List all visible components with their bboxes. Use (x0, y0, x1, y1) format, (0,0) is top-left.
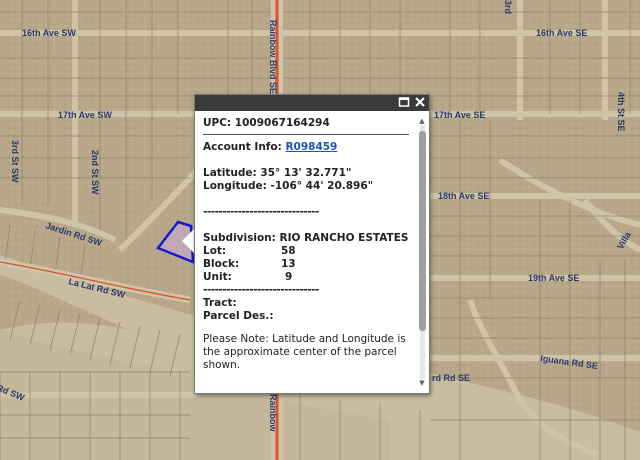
close-icon[interactable] (413, 96, 427, 110)
divider-line (203, 134, 409, 135)
parcel-des-label: Parcel Des.: (203, 310, 274, 322)
block-row: Block: 13 (203, 258, 411, 271)
unit-label: Unit: (203, 271, 232, 283)
tract-label: Tract: (203, 297, 237, 309)
block-value: 13 (281, 258, 296, 270)
longitude-row: Longitude: -106° 44' 20.896" (203, 180, 411, 193)
upc-label: UPC: (203, 117, 232, 129)
upc-row: UPC: 1009067164294 (203, 117, 411, 130)
scroll-up-icon[interactable]: ▲ (417, 117, 427, 125)
account-link[interactable]: R098459 (285, 141, 337, 153)
subdivision-label: Subdivision: (203, 232, 276, 244)
unit-value: 9 (285, 271, 293, 283)
label-17th-ave-se: 17th Ave SE (434, 110, 485, 120)
label-16th-ave-sw: 16th Ave SW (22, 28, 76, 38)
parcel-info-popup: UPC: 1009067164294 Account Info: R098459… (194, 94, 430, 394)
longitude-value: -106° 44' 20.896" (270, 180, 374, 192)
scroll-down-icon[interactable]: ▼ (417, 379, 427, 387)
latitude-label: Latitude: (203, 167, 257, 179)
upc-value: 1009067164294 (234, 117, 330, 129)
unit-row: Unit: 9 (203, 271, 411, 284)
location-note: Please Note: Latitude and Longitude is t… (203, 333, 406, 371)
account-row: Account Info: R098459 (203, 141, 411, 154)
scroll-thumb[interactable] (419, 131, 426, 331)
dashed-divider-2: ------------------------------ (203, 284, 319, 296)
label-19th-ave-se: 19th Ave SE (528, 273, 579, 283)
latitude-row: Latitude: 35° 13' 32.771" (203, 167, 411, 180)
label-3rd-st-sw: 3rd St SW (10, 140, 20, 183)
dashed-divider-1: ------------------------------ (203, 206, 319, 218)
popup-header (195, 95, 429, 111)
maximize-icon[interactable] (397, 96, 411, 110)
label-4th-st-se: 4th St SE (616, 92, 626, 132)
label-18th-ave-se: 18th Ave SE (438, 191, 489, 201)
popup-body: UPC: 1009067164294 Account Info: R098459… (203, 117, 411, 387)
popup-scrollbar[interactable]: ▲ ▼ (417, 115, 427, 389)
label-rainbow-blvd-top: Rainbow Blvd SE (268, 20, 278, 94)
latitude-value: 35° 13' 32.771" (260, 167, 352, 179)
lot-label: Lot: (203, 245, 227, 257)
lot-value: 58 (281, 245, 296, 257)
subdivision-row: Subdivision: RIO RANCHO ESTATES (203, 232, 411, 245)
label-2nd-st-sw: 2nd St SW (90, 150, 100, 195)
longitude-label: Longitude: (203, 180, 267, 192)
label-16th-ave-se: 16th Ave SE (536, 28, 587, 38)
subdivision-value: RIO RANCHO ESTATES (279, 232, 409, 244)
label-rd-se: rd Rd SE (432, 373, 470, 383)
block-label: Block: (203, 258, 240, 270)
label-17th-ave-sw: 17th Ave SW (58, 110, 112, 120)
account-label: Account Info: (203, 141, 282, 153)
lot-row: Lot: 58 (203, 245, 411, 258)
label-3rd-top: 3rd (503, 0, 513, 14)
label-rainbow-bottom: Rainbow (268, 394, 278, 432)
